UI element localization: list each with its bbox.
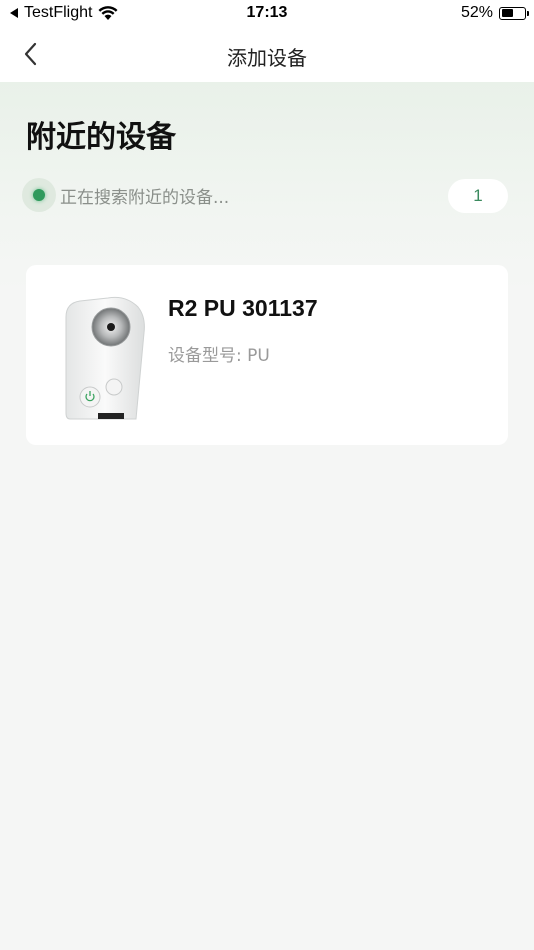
device-name: R2 PU 301137 (168, 295, 318, 321)
battery-cap (527, 10, 529, 16)
battery-percent: 52% (460, 4, 493, 21)
searching-status: 正在搜索附近的设备... (22, 178, 229, 212)
status-bar: TestFlight 17:13 52% (0, 0, 534, 28)
nearby-devices-header: 附近的设备 正在搜索附近的设备... 1 (0, 82, 534, 292)
nav-bar: 添加设备 (0, 28, 534, 82)
device-image (65, 296, 145, 420)
search-pulse-icon (22, 178, 56, 212)
page-title: 添加设备 (227, 46, 307, 70)
searching-text: 正在搜索附近的设备... (60, 187, 230, 208)
status-battery-group: 52% (460, 4, 529, 22)
device-count-badge: 1 (448, 179, 508, 213)
section-title: 附近的设备 (26, 120, 176, 155)
battery-icon (499, 6, 529, 20)
device-model: 设备型号: PU (168, 346, 270, 366)
device-card[interactable]: R2 PU 301137 设备型号: PU (26, 265, 508, 445)
status-time: 17:13 (246, 4, 288, 21)
battery-fill (501, 9, 513, 17)
